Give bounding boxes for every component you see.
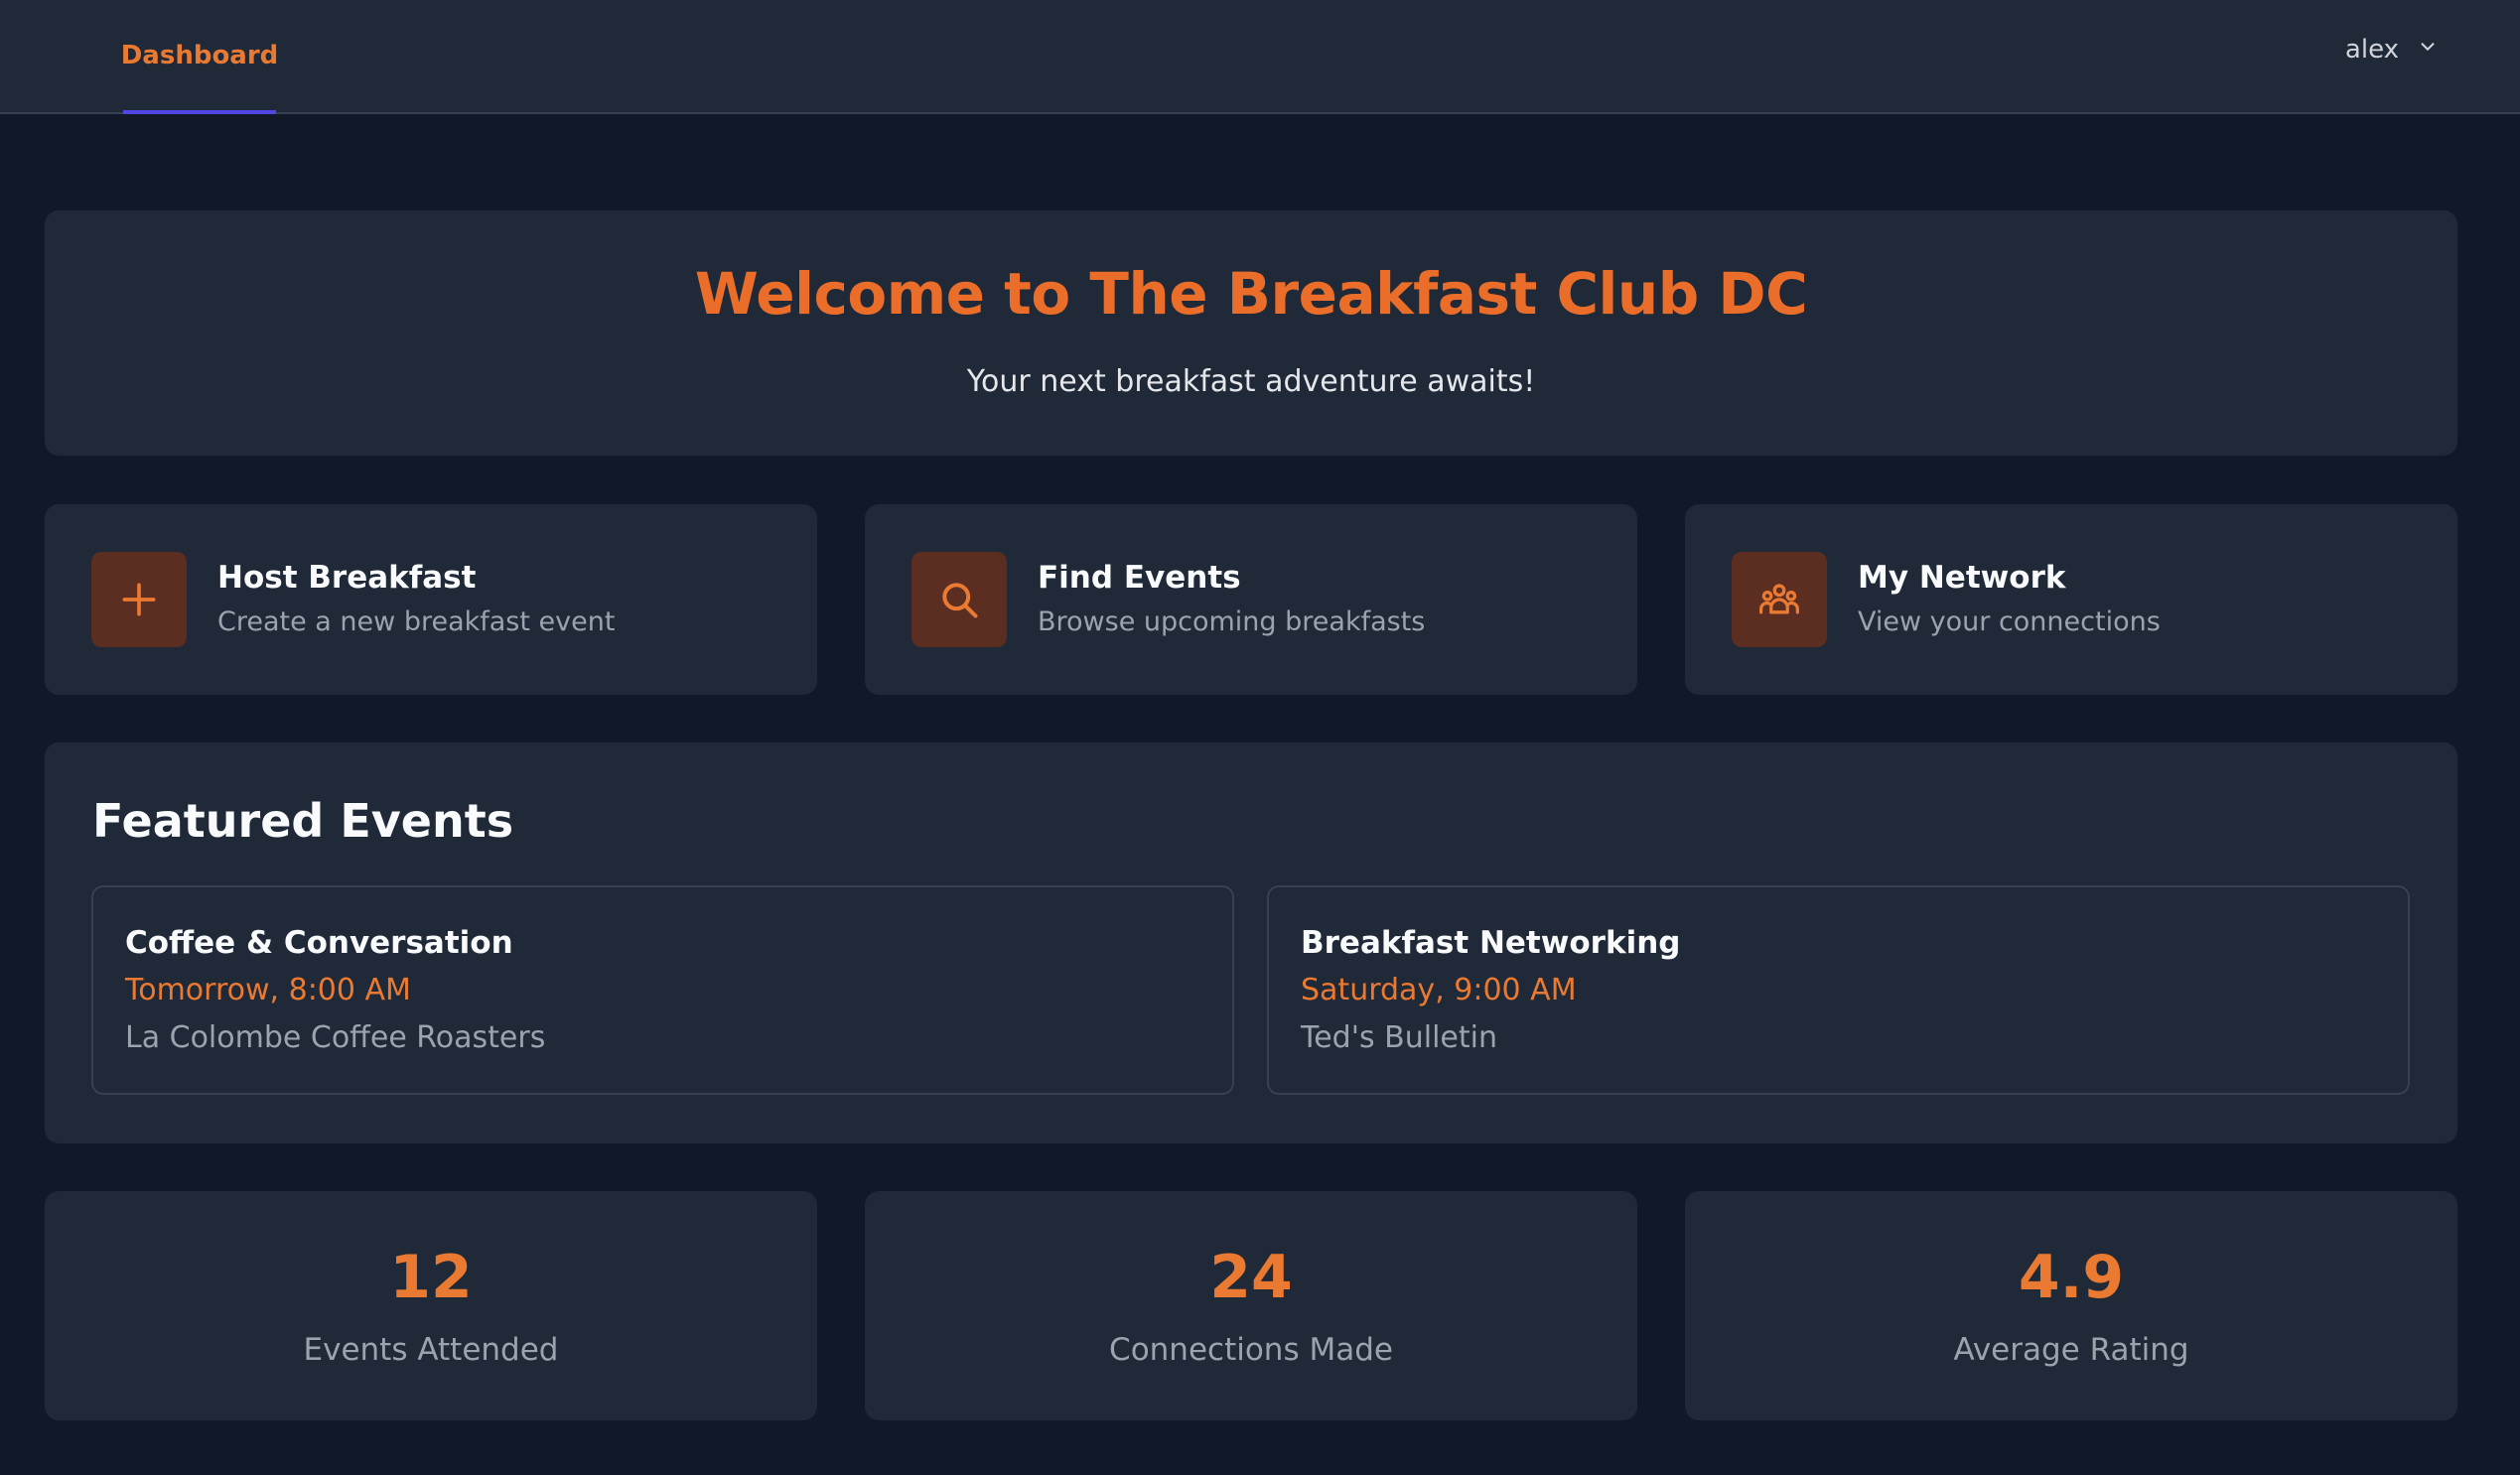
top-nav: Dashboard alex bbox=[0, 0, 2520, 114]
stat-label: Connections Made bbox=[1109, 1332, 1393, 1368]
user-name: alex bbox=[2344, 35, 2399, 65]
event-card[interactable]: Breakfast Networking Saturday, 9:00 AM T… bbox=[1267, 885, 2410, 1095]
search-icon bbox=[911, 552, 1007, 647]
stat-label: Average Rating bbox=[1953, 1332, 2189, 1368]
stat-connections-made: 24 Connections Made bbox=[865, 1191, 1637, 1420]
find-events-card[interactable]: Find Events Browse upcoming breakfasts bbox=[865, 504, 1637, 695]
stat-label: Events Attended bbox=[303, 1332, 559, 1368]
event-title: Coffee & Conversation bbox=[125, 925, 513, 961]
event-time: Tomorrow, 8:00 AM bbox=[125, 973, 411, 1007]
event-title: Breakfast Networking bbox=[1301, 925, 1681, 961]
my-network-title: My Network bbox=[1858, 560, 2066, 596]
my-network-card[interactable]: My Network View your connections bbox=[1685, 504, 2457, 695]
find-events-title: Find Events bbox=[1038, 560, 1241, 596]
event-time: Saturday, 9:00 AM bbox=[1301, 973, 1577, 1007]
welcome-subtitle: Your next breakfast adventure awaits! bbox=[966, 364, 1536, 399]
stat-average-rating: 4.9 Average Rating bbox=[1685, 1191, 2457, 1420]
host-breakfast-title: Host Breakfast bbox=[217, 560, 477, 596]
event-location: La Colombe Coffee Roasters bbox=[125, 1020, 546, 1055]
event-card[interactable]: Coffee & Conversation Tomorrow, 8:00 AM … bbox=[91, 885, 1234, 1095]
plus-icon bbox=[91, 552, 187, 647]
my-network-subtitle: View your connections bbox=[1858, 606, 2161, 637]
tab-dashboard[interactable]: Dashboard bbox=[121, 0, 278, 114]
welcome-title: Welcome to The Breakfast Club DC bbox=[694, 260, 1808, 328]
stat-events-attended: 12 Events Attended bbox=[45, 1191, 817, 1420]
stat-value: 12 bbox=[389, 1243, 473, 1312]
event-location: Ted's Bulletin bbox=[1301, 1020, 1497, 1055]
find-events-subtitle: Browse upcoming breakfasts bbox=[1038, 606, 1426, 637]
featured-events-heading: Featured Events bbox=[92, 794, 514, 848]
stat-value: 24 bbox=[1209, 1243, 1293, 1312]
stat-value: 4.9 bbox=[2018, 1243, 2125, 1312]
featured-events-section: Featured Events Coffee & Conversation To… bbox=[45, 742, 2457, 1143]
welcome-banner: Welcome to The Breakfast Club DC Your ne… bbox=[45, 210, 2457, 456]
host-breakfast-subtitle: Create a new breakfast event bbox=[217, 606, 616, 637]
host-breakfast-card[interactable]: Host Breakfast Create a new breakfast ev… bbox=[45, 504, 817, 695]
chevron-down-icon bbox=[2417, 35, 2439, 65]
user-menu[interactable]: alex bbox=[2345, 0, 2439, 99]
people-group-icon bbox=[1732, 552, 1827, 647]
